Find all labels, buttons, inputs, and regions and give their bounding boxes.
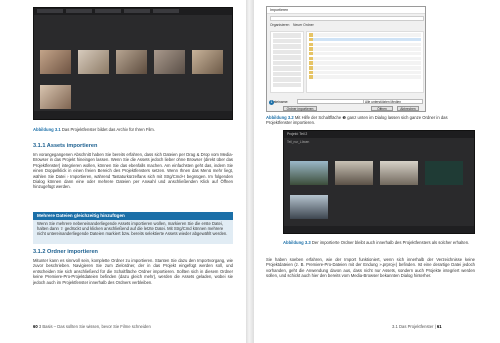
clip-thumbnail — [78, 50, 109, 74]
file-row — [309, 33, 421, 37]
file-row — [309, 56, 421, 61]
info-box-text: Wenn Sie mehrere nebeneinanderliegende A… — [37, 221, 228, 237]
running-head: 3 Basis – Das sollten Sie wissen, bevor … — [38, 324, 151, 329]
page-footer: 60 3 Basis – Das sollten Sie wissen, bev… — [33, 324, 151, 329]
project-folder-screenshot: Projekt: Teil 2 Teil_nur_Löwen — [283, 130, 475, 234]
file-list — [306, 31, 424, 93]
file-row — [309, 51, 421, 56]
figure-caption: Abbildung 3.1 Das Projektfenster bildet … — [33, 127, 233, 132]
import-dialog-screenshot: Importieren Organisieren Neuer Ordner Da… — [266, 6, 426, 112]
panel-tab — [37, 9, 63, 13]
project-panel-screenshot — [33, 7, 233, 120]
file-row — [309, 75, 421, 79]
page-number: 60 — [33, 324, 38, 329]
figure-caption-text: Das Projektfenster bildet das Archiv für… — [61, 127, 155, 132]
clip-thumbnail — [290, 195, 328, 219]
clip-thumbnail — [116, 50, 147, 74]
nav-item — [273, 38, 301, 43]
open-button: Öffnen — [371, 106, 393, 111]
clip-thumbnail — [192, 50, 223, 74]
body-paragraph: Im vorangegangenen Abschnitt haben Sie b… — [33, 152, 233, 190]
clip-thumbnail — [40, 50, 71, 74]
file-type-select: Alle unterstützten Medien — [363, 99, 423, 104]
nav-item — [273, 66, 301, 71]
panel-tab — [95, 9, 121, 13]
cancel-button: Abbrechen — [397, 106, 419, 111]
nav-item — [273, 71, 301, 76]
figure-caption-text: Der importierte Ordner bleibt auch inner… — [311, 240, 470, 245]
import-folder-button: Ordner importieren — [283, 106, 317, 111]
file-row — [309, 70, 421, 75]
panel-toolbar — [34, 111, 232, 119]
panel-toolbar — [284, 226, 474, 233]
clip-thumbnail — [290, 161, 328, 185]
page-footer: 3.1 Das Projektfenster | 61 — [392, 324, 442, 329]
body-paragraph: Sie haben soeben erfahren, wie der Impor… — [266, 257, 475, 279]
body-paragraph: Mitunter kann es sinnvoll sein, komplett… — [33, 258, 233, 285]
section-title: 3.1.2 Ordner importieren — [33, 249, 98, 255]
nav-item — [273, 44, 301, 49]
dialog-title: Importieren — [267, 7, 425, 14]
nav-item — [273, 55, 301, 60]
book-spine — [246, 0, 254, 343]
panel-tab — [153, 9, 179, 13]
navigation-pane — [270, 31, 304, 93]
audio-thumbnail — [425, 161, 463, 185]
file-row — [309, 61, 421, 65]
organize-menu: Organisieren — [270, 23, 290, 27]
clip-thumbnail — [154, 50, 185, 74]
file-row — [309, 37, 421, 42]
clip-thumbnail — [380, 161, 418, 185]
new-folder-button: Neuer Ordner — [293, 23, 314, 27]
folder-path: Teil_nur_Löwen — [287, 140, 310, 144]
file-row — [309, 47, 421, 51]
figure-caption-text: Mit Hilfe der Schaltfläche ❶ ganz unten … — [266, 115, 448, 125]
figure-label: Abbildung 3.3 — [283, 240, 311, 245]
panel-tab-bar — [34, 8, 232, 15]
nav-item — [273, 49, 301, 54]
figure-caption: Abbildung 3.3 Der importierte Ordner ble… — [283, 240, 475, 245]
file-row — [309, 66, 421, 70]
clip-thumbnail — [335, 161, 373, 185]
address-bar — [270, 16, 424, 21]
section-title: 3.1.1 Assets importieren — [33, 143, 98, 149]
panel-tab: Projekt: Teil 2 — [284, 131, 474, 138]
nav-item — [273, 33, 301, 38]
panel-tab — [66, 9, 92, 13]
nav-item — [273, 82, 301, 87]
clip-thumbnail — [40, 85, 71, 109]
file-row — [309, 42, 421, 47]
figure-label: Abbildung 3.1 — [33, 127, 61, 132]
running-head: 3.1 Das Projektfenster — [392, 324, 434, 329]
info-box: Mehrere Dateien gleichzeitig hinzufügen … — [33, 212, 233, 244]
nav-item — [273, 60, 301, 65]
nav-item — [273, 77, 301, 82]
page-number: 61 — [436, 324, 442, 329]
figure-caption: Abbildung 3.2 Mit Hilfe der Schaltfläche… — [266, 115, 472, 125]
panel-tab — [124, 9, 150, 13]
callout-marker: 1 — [269, 100, 274, 105]
info-box-title: Mehrere Dateien gleichzeitig hinzufügen — [33, 212, 233, 220]
